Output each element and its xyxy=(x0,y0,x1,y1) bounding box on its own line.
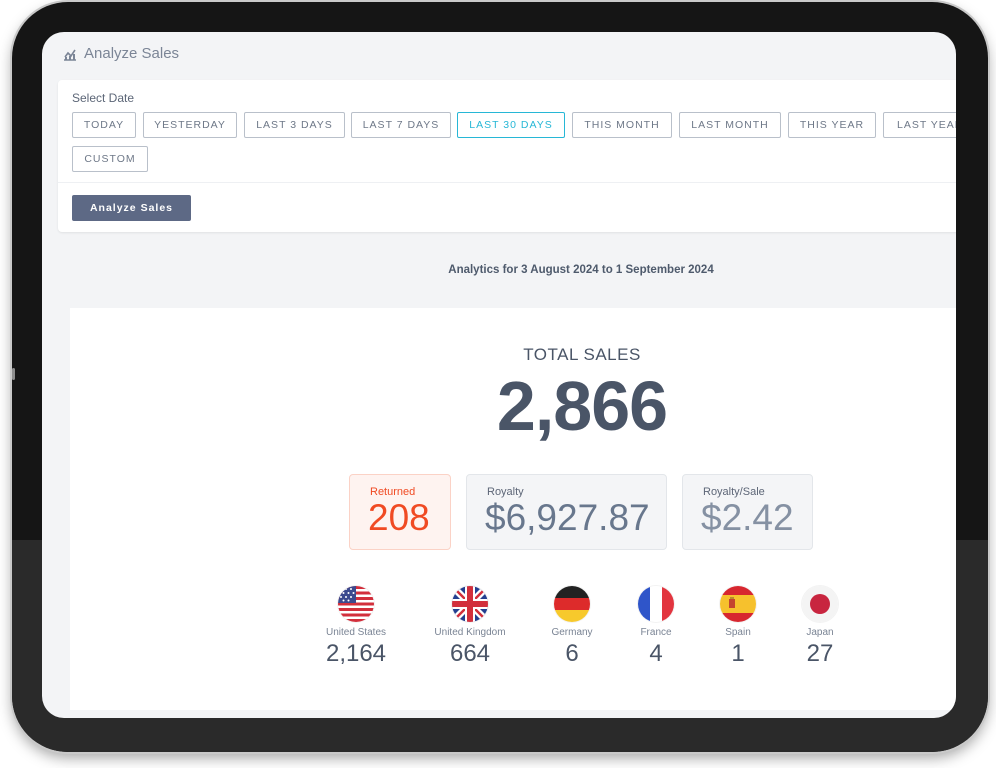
card-divider xyxy=(58,182,956,183)
page-title: Analyze Sales xyxy=(84,45,180,62)
country-name: United Kingdom xyxy=(434,627,506,638)
date-option-this-year[interactable]: This Year xyxy=(788,112,876,138)
chart-icon xyxy=(62,46,78,62)
country-value: 27 xyxy=(806,640,834,667)
royalty-per-sale-value: $2.42 xyxy=(701,497,794,538)
date-filter-card: Select Date Today Yesterday Last 3 Days … xyxy=(58,80,956,232)
country-value: 664 xyxy=(449,640,491,667)
us-flag-icon xyxy=(338,586,374,622)
header-bar: Analyze Sales xyxy=(42,32,956,76)
royalty-per-sale-stat-box: Royalty/Sale $2.42 xyxy=(682,474,813,550)
date-option-yesterday[interactable]: Yesterday xyxy=(143,112,237,138)
date-option-last-30-days[interactable]: Last 30 Days xyxy=(457,112,565,138)
total-sales-label: TOTAL SALES xyxy=(523,345,641,364)
date-option-last-3-days[interactable]: Last 3 Days xyxy=(244,112,345,138)
tablet-side-button xyxy=(12,368,15,380)
date-option-last-year[interactable]: Last Year xyxy=(883,112,956,138)
royalty-stat-box: Royalty $6,927.87 xyxy=(466,474,667,550)
date-option-last-7-days[interactable]: Last 7 Days xyxy=(351,112,451,138)
japan-flag-icon xyxy=(802,586,838,622)
country-stat-uk: United Kingdom 664 xyxy=(415,586,525,668)
date-option-this-month[interactable]: This Month xyxy=(572,112,672,138)
screen: Analyze Sales Select Date Today Yesterda… xyxy=(42,32,956,718)
royalty-value: $6,927.87 xyxy=(485,497,650,538)
spain-flag-icon xyxy=(720,586,756,622)
sales-summary-panel: TOTAL SALES 2,866 Returned 208 Royalty $… xyxy=(70,308,956,710)
total-sales-value: 2,866 xyxy=(496,367,668,445)
date-option-today[interactable]: Today xyxy=(72,112,136,138)
uk-flag-icon xyxy=(452,586,488,622)
france-flag-icon xyxy=(638,586,674,622)
country-name: Japan xyxy=(806,627,834,638)
germany-flag-icon xyxy=(554,586,590,622)
date-option-custom[interactable]: Custom xyxy=(72,146,148,172)
country-stat-us: United States 2,164 xyxy=(301,586,411,668)
returned-stat-box: Returned 208 xyxy=(349,474,451,550)
returned-value: 208 xyxy=(368,497,430,538)
date-option-last-month[interactable]: Last Month xyxy=(679,112,781,138)
analyze-sales-button[interactable]: Analyze Sales xyxy=(72,195,191,221)
country-stat-japan: Japan 27 xyxy=(765,586,875,668)
country-name: United States xyxy=(325,627,387,638)
select-date-label: Select Date xyxy=(72,91,135,105)
date-range-text: Analytics for 3 August 2024 to 1 Septemb… xyxy=(448,264,714,276)
country-value: 2,164 xyxy=(325,640,387,667)
